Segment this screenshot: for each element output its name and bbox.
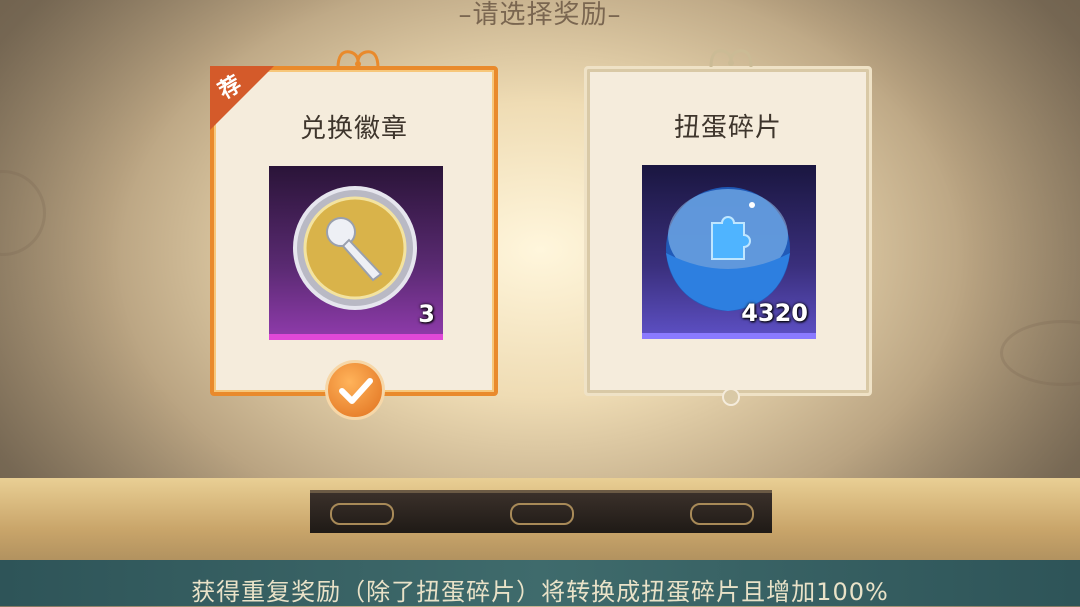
card-pin-ornament <box>722 388 740 406</box>
duplicate-reward-tip: 获得重复奖励（除了扭蛋碎片）将转换成扭蛋碎片且增加100% <box>191 578 889 606</box>
reward-name: 扭蛋碎片 <box>673 113 782 143</box>
reward-count: 3 <box>418 300 435 328</box>
card-top-ornament-icon <box>709 49 753 68</box>
reward-item-frame: 4320 <box>642 165 816 339</box>
badge-coin-icon <box>293 186 417 310</box>
reward-name: 兑换徽章 <box>299 114 408 144</box>
selected-check-icon[interactable] <box>325 360 385 420</box>
reward-item-frame: 3 <box>269 166 443 340</box>
reward-option-exchange-badge[interactable]: 荐 兑换徽章 3 <box>210 50 498 396</box>
treasure-chest <box>310 490 772 533</box>
reward-option-gacha-fragment[interactable]: 扭蛋碎片 4320 <box>584 49 872 396</box>
reward-count: 4320 <box>741 299 808 327</box>
page-title: –请选择奖励– <box>458 0 622 30</box>
card-top-ornament-icon <box>336 50 380 69</box>
